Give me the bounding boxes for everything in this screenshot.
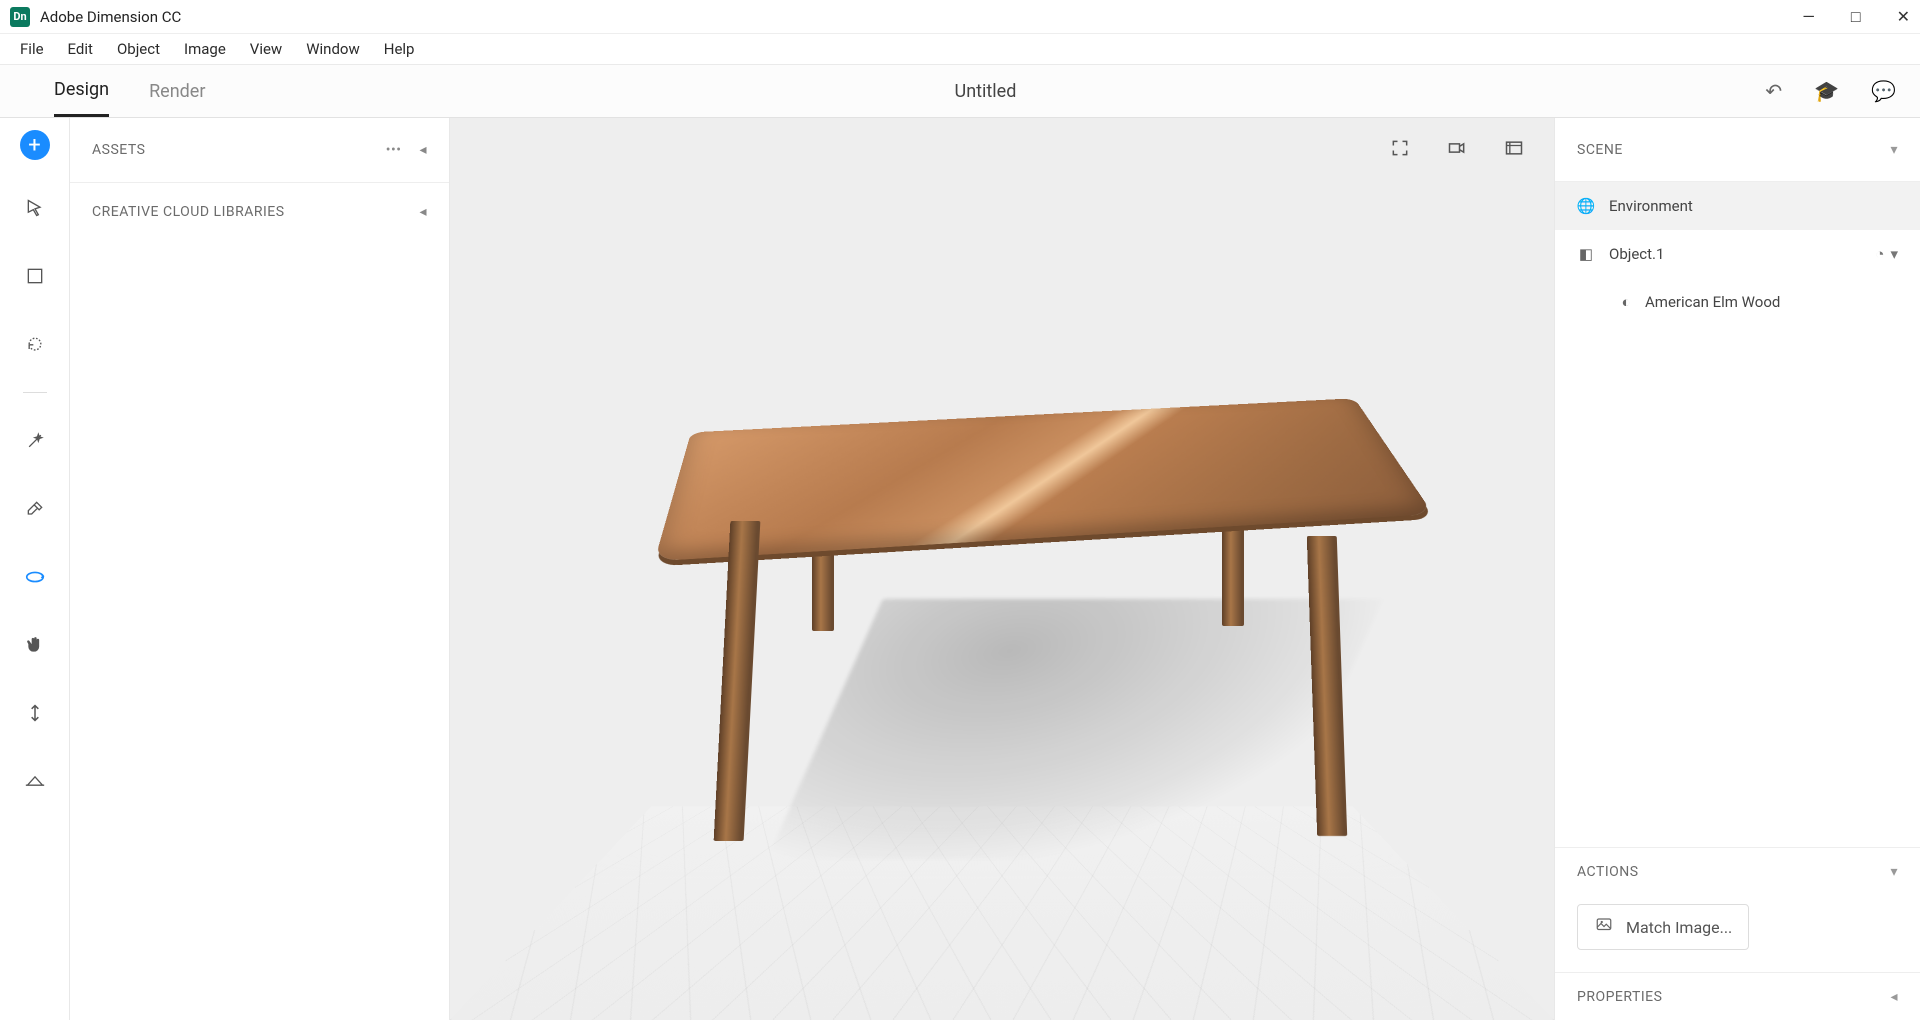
add-content-button[interactable]: + (20, 130, 50, 160)
scene-label: SCENE (1577, 142, 1623, 158)
viewport[interactable] (450, 118, 1554, 1020)
libraries-label: CREATIVE CLOUD LIBRARIES (92, 204, 285, 220)
render-preview-icon[interactable] (1504, 138, 1524, 163)
assets-label: ASSETS (92, 142, 145, 158)
window-close-icon[interactable]: ✕ (1897, 7, 1910, 27)
menu-image[interactable]: Image (172, 36, 238, 62)
select-tool-icon[interactable] (15, 188, 55, 228)
assets-collapse-icon[interactable]: ◂ (419, 142, 427, 158)
material-icon: ◐ (1617, 293, 1635, 311)
right-panel: SCENE ▾ 🌐 Environment ◧ Object.1 ◔ ▾ ◐ A… (1554, 118, 1920, 1020)
document-title: Untitled (205, 65, 1765, 117)
object-visibility-icon[interactable]: ◔ (1875, 245, 1884, 263)
properties-collapse-icon[interactable]: ◂ (1890, 989, 1898, 1005)
scene-row-environment[interactable]: 🌐 Environment (1555, 182, 1920, 230)
orbit-tool-icon[interactable] (15, 557, 55, 597)
magic-wand-tool-icon[interactable] (15, 421, 55, 461)
scene-row-label: Environment (1605, 197, 1693, 215)
feedback-icon[interactable]: 💬 (1871, 79, 1896, 103)
marquee-tool-icon[interactable] (15, 256, 55, 296)
globe-icon: 🌐 (1577, 197, 1595, 215)
window-maximize-icon[interactable]: □ (1851, 7, 1861, 27)
app-title: Adobe Dimension CC (40, 8, 181, 26)
actions-panel-header[interactable]: ACTIONS ▾ (1555, 848, 1920, 896)
horizon-tool-icon[interactable] (15, 761, 55, 801)
tool-rail: + (0, 118, 70, 1020)
menu-window[interactable]: Window (294, 36, 372, 62)
menu-object[interactable]: Object (105, 36, 172, 62)
table-leg (1307, 536, 1347, 836)
menu-help[interactable]: Help (372, 36, 427, 62)
scene-row-label: Object.1 (1605, 245, 1664, 263)
left-panel: ASSETS ••• ◂ CREATIVE CLOUD LIBRARIES ◂ (70, 118, 450, 1020)
scene-row-label: American Elm Wood (1645, 293, 1780, 311)
learn-icon[interactable]: 🎓 (1814, 79, 1839, 103)
tool-divider (23, 392, 47, 393)
orbit-reset-icon[interactable] (15, 324, 55, 364)
main-area: + ASSETS (0, 118, 1920, 1020)
camera-bookmark-icon[interactable] (1446, 138, 1468, 163)
object-expand-icon[interactable]: ▾ (1890, 245, 1898, 263)
assets-more-icon[interactable]: ••• (386, 142, 402, 158)
scene-row-object[interactable]: ◧ Object.1 ◔ ▾ (1555, 230, 1920, 278)
menu-view[interactable]: View (238, 36, 294, 62)
mode-bar: Design Render Untitled ↶ 🎓 💬 (0, 64, 1920, 118)
tab-render[interactable]: Render (149, 65, 205, 117)
scene-3d (450, 178, 1554, 1020)
libraries-collapse-icon[interactable]: ◂ (419, 204, 427, 220)
properties-label: PROPERTIES (1577, 989, 1662, 1005)
menu-edit[interactable]: Edit (56, 36, 105, 62)
image-icon (1594, 916, 1614, 938)
object-table[interactable] (612, 296, 1392, 816)
cube-icon: ◧ (1577, 245, 1595, 263)
frame-all-icon[interactable] (1390, 138, 1410, 163)
properties-panel-header[interactable]: PROPERTIES ◂ (1555, 972, 1920, 1020)
eyedropper-tool-icon[interactable] (15, 489, 55, 529)
scene-collapse-icon[interactable]: ▾ (1890, 142, 1898, 158)
window-minimize-icon[interactable]: — (1802, 7, 1815, 27)
assets-panel-header[interactable]: ASSETS ••• ◂ (70, 118, 449, 182)
actions-collapse-icon[interactable]: ▾ (1890, 864, 1898, 880)
table-leg (714, 521, 761, 841)
match-image-button[interactable]: Match Image... (1577, 904, 1749, 950)
menu-bar: File Edit Object Image View Window Help (0, 34, 1920, 64)
window-titlebar: Dn Adobe Dimension CC — □ ✕ (0, 0, 1920, 34)
actions-label: ACTIONS (1577, 864, 1639, 880)
undo-icon[interactable]: ↶ (1765, 79, 1782, 103)
scene-row-material[interactable]: ◐ American Elm Wood (1555, 278, 1920, 326)
libraries-panel-header[interactable]: CREATIVE CLOUD LIBRARIES ◂ (70, 182, 449, 240)
menu-file[interactable]: File (8, 36, 56, 62)
app-icon: Dn (10, 7, 30, 27)
pan-tool-icon[interactable] (15, 625, 55, 665)
match-image-label: Match Image... (1626, 918, 1732, 937)
scene-panel-header[interactable]: SCENE ▾ (1555, 118, 1920, 182)
dolly-tool-icon[interactable] (15, 693, 55, 733)
tab-design[interactable]: Design (54, 65, 109, 117)
